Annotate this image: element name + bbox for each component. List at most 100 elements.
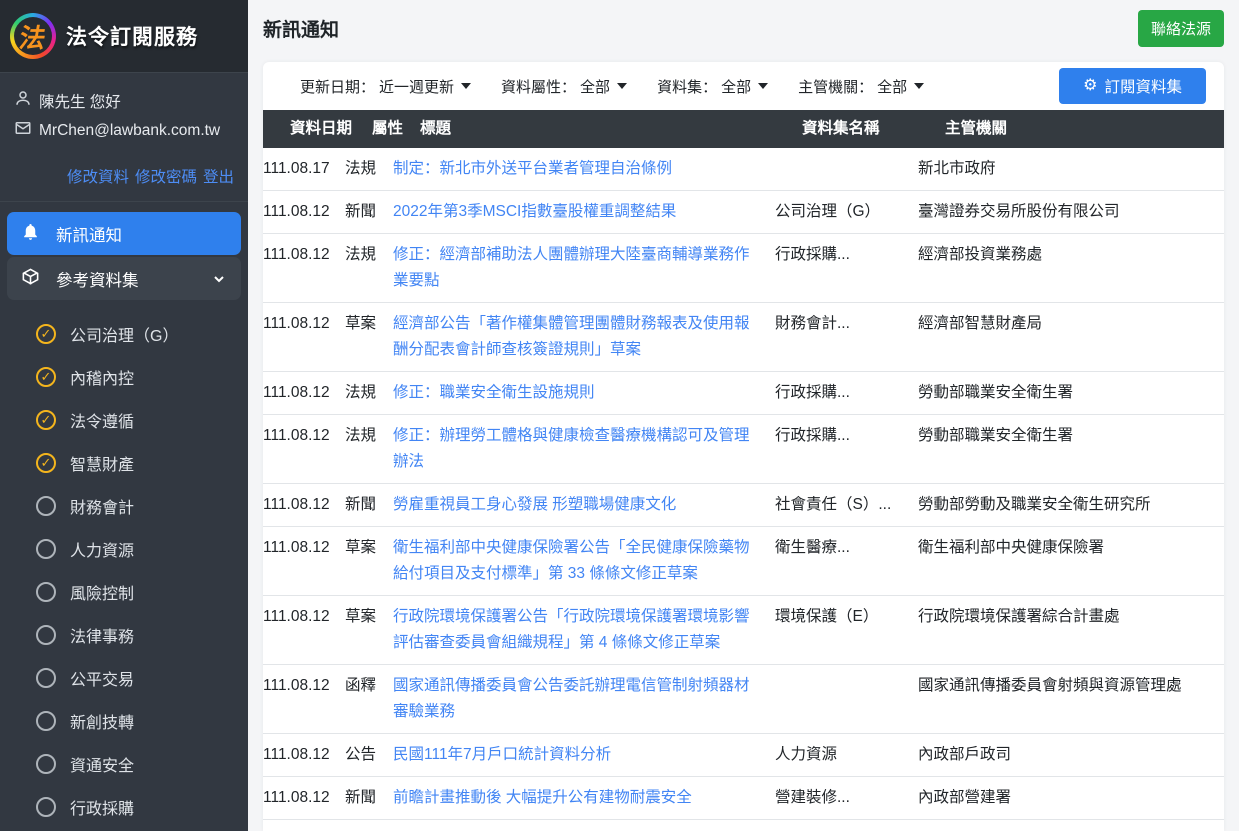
- sidebar-dataset-item[interactable]: ✓ 人力資源: [0, 527, 248, 570]
- row-attribute: 草案: [345, 311, 393, 337]
- user-greeting-row: 陳先生 您好: [14, 89, 236, 112]
- filter-value: 全部: [580, 76, 610, 97]
- user-email: MrChen@lawbank.com.tw: [39, 122, 220, 140]
- row-dataset-name: 行政採購...: [775, 423, 918, 449]
- column-header-date: 資料日期: [290, 110, 372, 148]
- sidebar-dataset-item[interactable]: ✓ 法律事務: [0, 613, 248, 656]
- chevron-down-icon[interactable]: [211, 271, 227, 287]
- row-dataset-name: 環境保護（E）: [775, 604, 918, 630]
- sidebar-dataset-item[interactable]: ✓ 內稽內控: [0, 355, 248, 398]
- row-attribute: 法規: [345, 423, 393, 449]
- row-date: 111.08.12: [263, 785, 345, 811]
- subscription-status-icon: ✓: [36, 496, 56, 516]
- subscription-status-icon: ✓: [36, 711, 56, 731]
- table-row: 111.08.12 新聞 2022年第3季MSCI指數臺股權重調整結果 公司治理…: [263, 191, 1224, 234]
- column-header-attribute: 屬性: [372, 110, 420, 148]
- dataset-label: 公平交易: [70, 666, 134, 690]
- account-links: 修改資料修改密碼登出: [0, 159, 248, 202]
- account-link[interactable]: 修改密碼: [135, 169, 197, 186]
- filter-dropdown[interactable]: 資料屬性： 全部: [501, 76, 627, 97]
- filter-dropdown[interactable]: 更新日期： 近一週更新: [300, 76, 471, 97]
- sidebar-item-label: 新訊通知: [56, 222, 122, 246]
- row-title-link[interactable]: 行政院環境保護署公告「行政院環境保護署環境影響評估審查委員會組織規程」第 4 條…: [393, 604, 775, 656]
- subscribe-datasets-button[interactable]: ⚙ 訂閱資料集: [1059, 68, 1206, 104]
- sidebar-dataset-item[interactable]: ✓ 公司治理（G）: [0, 312, 248, 355]
- table-row: 111.08.12 法規 修正：經濟部補助法人團體辦理大陸臺商輔導業務作業要點 …: [263, 234, 1224, 303]
- subscription-status-icon: ✓: [36, 582, 56, 602]
- filter-dropdown[interactable]: 主管機關： 全部: [798, 76, 924, 97]
- dataset-label: 資通安全: [70, 752, 134, 776]
- filter-group: 更新日期： 近一週更新 資料屬性： 全部 資料集： 全部: [300, 76, 924, 97]
- row-attribute: 公告: [345, 742, 393, 768]
- row-title-link[interactable]: 修正：辦理勞工體格與健康檢查醫療機構認可及管理辦法: [393, 423, 775, 475]
- subscription-status-icon: ✓: [36, 797, 56, 817]
- subscription-status-icon: ✓: [36, 453, 56, 473]
- caret-down-icon: [617, 83, 627, 89]
- table-row: 111.08.12 公告 民國111年7月戶口統計資料分析 人力資源 內政部戶政…: [263, 734, 1224, 777]
- caret-down-icon: [461, 83, 471, 89]
- row-title-link[interactable]: 經濟部公告「著作權集體管理團體財務報表及使用報酬分配表會計師查核簽證規則」草案: [393, 311, 775, 363]
- filter-label: 資料屬性：: [501, 76, 576, 97]
- subscription-status-icon: ✓: [36, 625, 56, 645]
- filter-value: 全部: [721, 76, 751, 97]
- row-agency: 勞動部職業安全衛生署: [918, 423, 1224, 449]
- sidebar-item-notifications[interactable]: 新訊通知: [7, 212, 241, 255]
- sidebar-item-label: 參考資料集: [56, 267, 139, 291]
- caret-down-icon: [758, 83, 768, 89]
- row-title-link[interactable]: 國家通訊傳播委員會公告委託辦理電信管制射頻器材審驗業務: [393, 673, 775, 725]
- row-title-link[interactable]: 衛生福利部中央健康保險署公告「全民健康保險藥物給付項目及支付標準」第 33 條條…: [393, 535, 775, 587]
- row-date: 111.08.12: [263, 380, 345, 406]
- app-title: 法令訂閱服務: [66, 21, 198, 51]
- main-header: 新訊通知 聯絡法源: [263, 0, 1224, 62]
- row-date: 111.08.12: [263, 423, 345, 449]
- sidebar-dataset-item[interactable]: ✓ 新創技轉: [0, 699, 248, 742]
- filter-label: 主管機關：: [798, 76, 873, 97]
- filter-dropdown[interactable]: 資料集： 全部: [657, 76, 768, 97]
- sidebar-dataset-item[interactable]: ✓ 智慧財產: [0, 441, 248, 484]
- filter-label: 更新日期：: [300, 76, 375, 97]
- row-dataset-name: 社會責任（S）...: [775, 492, 918, 518]
- table-header: 資料日期 屬性 標題 資料集名稱 主管機關: [263, 110, 1224, 148]
- account-link[interactable]: 登出: [203, 169, 234, 186]
- row-date: 111.08.12: [263, 535, 345, 561]
- row-dataset-name: 財務會計...: [775, 311, 918, 337]
- sidebar-dataset-item[interactable]: ✓ 公平交易: [0, 656, 248, 699]
- row-title-link[interactable]: 前瞻計畫推動後 大幅提升公有建物耐震安全: [393, 785, 775, 811]
- sidebar-dataset-item[interactable]: ✓ 法令遵循: [0, 398, 248, 441]
- row-title-link[interactable]: 制定：新北市外送平台業者管理自治條例: [393, 156, 775, 182]
- row-attribute: 新聞: [345, 199, 393, 225]
- sidebar-dataset-item[interactable]: ✓ 財務會計: [0, 484, 248, 527]
- table-row: 111.08.12 函釋 國家通訊傳播委員會公告委託辦理電信管制射頻器材審驗業務…: [263, 665, 1224, 734]
- app-logo-icon: 法: [10, 13, 56, 59]
- row-date: 111.08.12: [263, 742, 345, 768]
- row-title-link[interactable]: 勞雇重視員工身心發展 形塑職場健康文化: [393, 492, 775, 518]
- row-title-link[interactable]: 修正：經濟部補助法人團體辦理大陸臺商輔導業務作業要點: [393, 242, 775, 294]
- sidebar-dataset-item[interactable]: ✓ 資通安全: [0, 742, 248, 785]
- account-link[interactable]: 修改資料: [67, 169, 129, 186]
- contact-lawsource-button[interactable]: 聯絡法源: [1138, 10, 1224, 47]
- sidebar-nav: 新訊通知 參考資料集 ✓ 公司治理（G） ✓ 內稽內控: [0, 202, 248, 828]
- row-title-link[interactable]: 修正：職業安全衛生設施規則: [393, 380, 775, 406]
- row-title-link[interactable]: 2022年第3季MSCI指數臺股權重調整結果: [393, 199, 775, 225]
- row-date: 111.08.17: [263, 156, 345, 182]
- table-row: 111.08.12 法規 修正：職業安全衛生設施規則 行政採購... 勞動部職業…: [263, 372, 1224, 415]
- subscription-status-icon: ✓: [36, 754, 56, 774]
- table-row: 111.08.12 新聞 勞雇重視員工身心發展 形塑職場健康文化 社會責任（S）…: [263, 484, 1224, 527]
- dataset-label: 風險控制: [70, 580, 134, 604]
- filter-label: 資料集：: [657, 76, 717, 97]
- row-title-link[interactable]: 民國111年7月戶口統計資料分析: [393, 742, 775, 768]
- main-content: 新訊通知 聯絡法源 更新日期： 近一週更新 資料屬性： 全部: [248, 0, 1239, 831]
- sidebar-dataset-item[interactable]: ✓ 行政採購: [0, 785, 248, 828]
- logo-bar: 法 法令訂閱服務: [0, 0, 248, 73]
- row-dataset-name: 行政採購...: [775, 242, 918, 268]
- sidebar-dataset-item[interactable]: ✓ 風險控制: [0, 570, 248, 613]
- row-agency: 內政部營建署: [918, 785, 1224, 811]
- row-date: 111.08.12: [263, 199, 345, 225]
- column-header-title: 標題: [420, 110, 802, 148]
- table-body: 111.08.17 法規 制定：新北市外送平台業者管理自治條例 新北市政府 11…: [263, 148, 1224, 831]
- sidebar-item-reference-datasets[interactable]: 參考資料集: [7, 257, 241, 300]
- subscription-status-icon: ✓: [36, 367, 56, 387]
- cube-icon: [21, 267, 40, 291]
- row-dataset-name: 營建裝修...: [775, 785, 918, 811]
- caret-down-icon: [914, 83, 924, 89]
